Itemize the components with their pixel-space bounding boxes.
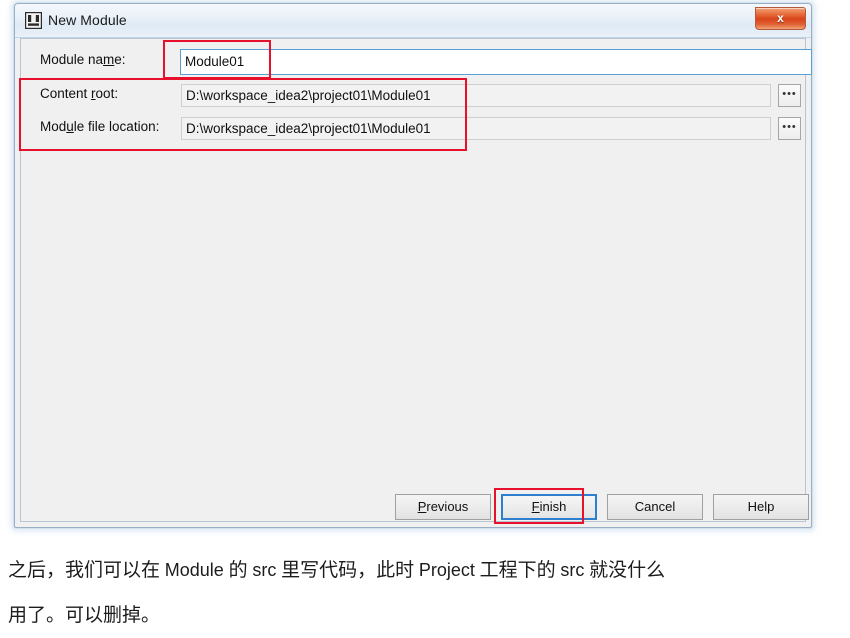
caption-line-1: 之后，我们可以在 Module 的 src 里写代码，此时 Project 工程… [8,548,842,593]
content-root-label: Content root: [40,86,119,101]
caption-seg-5: 就没什么 [584,560,666,581]
module-file-location-label: Module file location: [40,119,160,134]
caption-latin-src-1: src [252,560,277,580]
cancel-button[interactable]: Cancel [607,494,703,520]
dialog-content-panel: Module name: Module01 Content root: D:\w… [20,38,812,522]
module-name-input[interactable]: Module01 [180,49,812,75]
caption-text: 之后，我们可以在 Module 的 src 里写代码，此时 Project 工程… [8,548,842,638]
dialog-title: New Module [48,12,127,28]
content-root-input[interactable]: D:\workspace_idea2\project01\Module01 [181,84,771,107]
caption-latin-project: Project [418,560,475,580]
caption-line-2: 用了。可以删掉。 [8,605,161,626]
module-file-location-browse-button[interactable]: ••• [778,117,801,140]
dialog-title-bar[interactable]: New Module x [15,4,811,38]
intellij-module-icon [24,11,43,30]
previous-button[interactable]: Previous [395,494,491,520]
content-root-browse-button[interactable]: ••• [778,84,801,107]
caption-latin-module: Module [164,560,224,580]
caption-latin-src-2: src [560,560,585,580]
caption-seg-2: 的 [223,560,253,581]
new-module-dialog: New Module x Module name: Module01 Conte… [14,3,812,528]
caption-seg-4: 工程下的 [474,560,561,581]
help-button[interactable]: Help [713,494,809,520]
caption-seg-1: 之后，我们可以在 [8,560,165,581]
close-button[interactable]: x [755,7,806,30]
module-name-label: Module name: [40,52,126,67]
caption-seg-3: 里写代码，此时 [276,560,419,581]
module-file-location-input[interactable]: D:\workspace_idea2\project01\Module01 [181,117,771,140]
finish-button[interactable]: Finish [501,494,597,520]
